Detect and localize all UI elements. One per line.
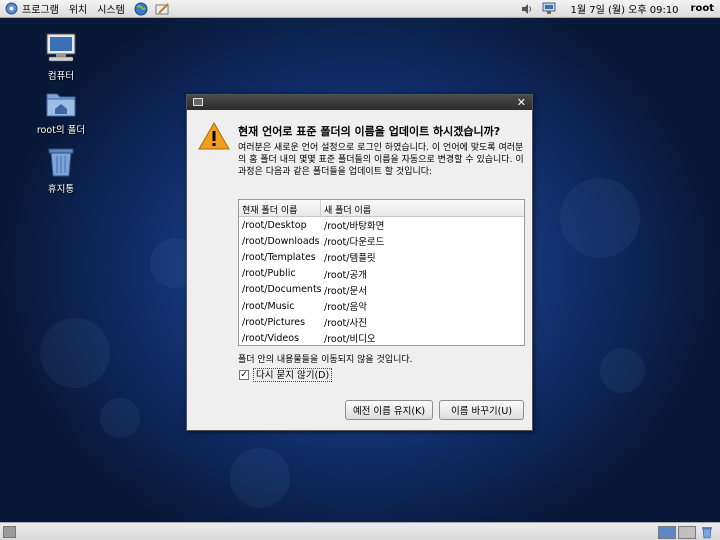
current-folder-name: /root/Documents xyxy=(242,284,322,296)
dont-ask-again-label[interactable]: 다시 묻지 않기(D) xyxy=(253,368,333,382)
desktop-icon-label: 컴퓨터 xyxy=(47,71,75,82)
current-folder-name: /root/Templates xyxy=(242,251,316,263)
menu-places-label: 위치 xyxy=(68,5,88,16)
current-folder-name: /root/Desktop xyxy=(242,219,307,231)
dont-ask-again-option[interactable]: ✓ 다시 묻지 않기(D) xyxy=(239,368,333,382)
computer-icon xyxy=(46,33,76,62)
bottom-panel xyxy=(0,522,720,540)
trash-applet-icon[interactable] xyxy=(700,526,714,539)
desktop-icon-home-folder[interactable]: root의 폴더 xyxy=(31,89,91,136)
background-bubble xyxy=(100,398,140,438)
dialog-description: 여러분은 새로운 언어 설정으로 로그인 하였습니다. 이 언어에 맞도록 여러… xyxy=(238,143,524,177)
workspace-1[interactable] xyxy=(658,526,676,539)
new-folder-name: /root/템플릿 xyxy=(324,253,376,265)
table-row[interactable]: /root/Documents /root/문서 xyxy=(239,282,524,298)
move-contents-note: 폴더 안의 내용물들을 이동되지 않을 것입니다. xyxy=(238,355,413,365)
current-folder-name: /root/Downloads xyxy=(242,235,320,247)
dialog-titlebar[interactable]: ✕ xyxy=(187,95,532,110)
rename-folders-dialog: ✕ 현재 언어로 표준 폴더의 이름을 업데이트 하시겠습니까? 여러분은 새로… xyxy=(186,94,533,431)
table-row[interactable]: /root/Pictures /root/사진 xyxy=(239,314,524,330)
volume-control[interactable] xyxy=(516,3,538,15)
list-header: 현재 폴더 이름 새 폴더 이름 xyxy=(239,200,524,217)
table-row[interactable]: /root/Downloads /root/다운로드 xyxy=(239,233,524,249)
new-folder-name: /root/사진 xyxy=(324,318,367,330)
background-bubble xyxy=(560,178,640,258)
dialog-heading: 현재 언어로 표준 폴더의 이름을 업데이트 하시겠습니까? xyxy=(238,125,501,138)
keep-old-names-button[interactable]: 예전 이름 유지(K) xyxy=(345,400,433,420)
background-bubble xyxy=(230,448,290,508)
top-panel: 프로그램 위치 시스템 1월 7일 (월) 오후 09:10 root xyxy=(0,0,720,18)
menu-applications[interactable]: 프로그램 xyxy=(0,0,64,18)
applications-icon xyxy=(5,2,18,15)
table-row[interactable]: /root/Videos /root/비디오 xyxy=(239,330,524,346)
menu-applications-label: 프로그램 xyxy=(22,5,59,16)
new-folder-name: /root/음악 xyxy=(324,302,367,314)
background-bubble xyxy=(600,348,645,393)
current-folder-name: /root/Music xyxy=(242,300,295,312)
new-folder-name: /root/비디오 xyxy=(324,334,376,346)
globe-icon xyxy=(134,2,148,15)
warning-icon xyxy=(198,122,230,150)
speaker-icon xyxy=(522,3,532,14)
new-folder-name: /root/바탕화면 xyxy=(324,221,385,233)
new-folder-name: /root/공개 xyxy=(324,269,367,281)
desktop-icon-computer[interactable]: 컴퓨터 xyxy=(31,31,91,82)
workspace-2[interactable] xyxy=(678,526,696,539)
current-folder-name: /root/Pictures xyxy=(242,316,306,328)
menu-places[interactable]: 위치 xyxy=(64,0,92,18)
network-icon xyxy=(542,2,556,14)
user-switcher[interactable]: root xyxy=(689,3,720,14)
trash-icon xyxy=(48,148,74,177)
editor-icon xyxy=(155,2,170,14)
menu-system[interactable]: 시스템 xyxy=(92,0,130,18)
home-folder-icon xyxy=(46,93,76,117)
network-status[interactable] xyxy=(538,2,560,15)
current-folder-name: /root/Videos xyxy=(242,332,300,344)
close-icon[interactable]: ✕ xyxy=(517,95,526,110)
window-menu-icon[interactable] xyxy=(193,98,203,106)
current-folder-name: /root/Public xyxy=(242,268,296,280)
background-bubble xyxy=(40,318,110,388)
dont-ask-again-checkbox[interactable]: ✓ xyxy=(239,370,249,380)
clock[interactable]: 1월 7일 (월) 오후 09:10 xyxy=(560,1,688,16)
table-row[interactable]: /root/Desktop /root/바탕화면 xyxy=(239,217,524,233)
update-names-button[interactable]: 이름 바꾸기(U) xyxy=(439,400,524,420)
table-row[interactable]: /root/Public /root/공개 xyxy=(239,266,524,282)
new-folder-name: /root/다운로드 xyxy=(324,237,385,249)
text-editor-launcher[interactable] xyxy=(152,2,174,16)
column-header-current[interactable]: 현재 폴더 이름 xyxy=(239,200,321,216)
desktop-icon-trash[interactable]: 휴지통 xyxy=(31,146,91,195)
table-row[interactable]: /root/Music /root/음악 xyxy=(239,298,524,314)
menu-system-label: 시스템 xyxy=(97,5,125,16)
desktop-icon-label: root의 폴더 xyxy=(36,125,86,136)
folder-rename-list[interactable]: 현재 폴더 이름 새 폴더 이름 /root/Desktop /root/바탕화… xyxy=(238,199,525,346)
new-folder-name: /root/문서 xyxy=(324,285,367,297)
desktop-icon-label: 휴지통 xyxy=(47,184,75,195)
table-row[interactable]: /root/Templates /root/템플릿 xyxy=(239,249,524,265)
column-header-new[interactable]: 새 폴더 이름 xyxy=(321,200,371,216)
show-desktop-button[interactable] xyxy=(3,526,16,538)
web-browser-launcher[interactable] xyxy=(130,2,152,16)
